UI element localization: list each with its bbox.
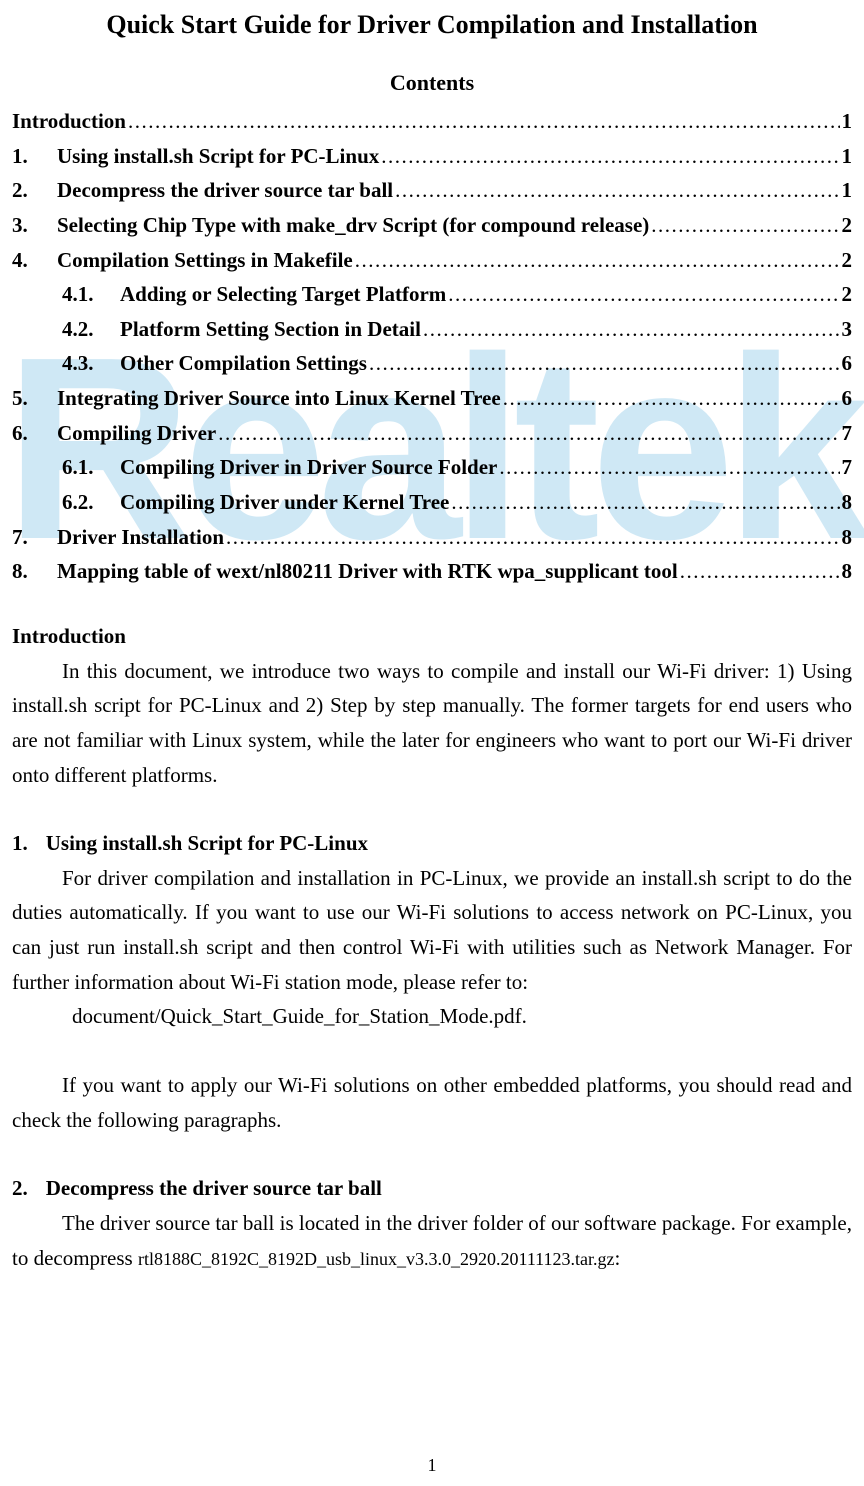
intro-paragraph: In this document, we introduce two ways … (12, 654, 852, 793)
section-title: Decompress the driver source tar ball (46, 1176, 382, 1200)
toc-num: 1. (12, 139, 57, 174)
toc-line: Decompress the driver source tar ball (57, 173, 393, 208)
toc-line: Compiling Driver in Driver Source Folder (120, 450, 497, 485)
section-2-paragraph: The driver source tar ball is located in… (12, 1206, 852, 1275)
page-title: Quick Start Guide for Driver Compilation… (12, 10, 852, 40)
toc-num: 4.3. (62, 346, 120, 381)
toc-dots (128, 104, 840, 139)
toc-num: 8. (12, 554, 57, 589)
toc-page: 6 (842, 381, 853, 416)
toc-page: 2 (842, 243, 853, 278)
toc-page: 1 (842, 173, 853, 208)
toc-dots (651, 208, 839, 243)
section-num: 1. (12, 826, 28, 861)
toc-page: 1 (842, 104, 853, 139)
toc-line: Compilation Settings in Makefile (57, 243, 353, 278)
contents-heading: Contents (12, 70, 852, 96)
toc-row: 7. Driver Installation 8 (12, 520, 852, 555)
toc-num: 4.1. (62, 277, 120, 312)
toc-row: 4.1. Adding or Selecting Target Platform… (12, 277, 852, 312)
page-number: 1 (0, 1455, 864, 1476)
toc-dots (680, 554, 840, 589)
toc-page: 8 (842, 520, 853, 555)
reference-path: document/Quick_Start_Guide_for_Station_M… (12, 999, 852, 1034)
toc-row: 4.3. Other Compilation Settings 6 (12, 346, 852, 381)
toc-line: Platform Setting Section in Detail (120, 312, 421, 347)
toc-page: 6 (842, 346, 853, 381)
toc-line: Other Compilation Settings (120, 346, 367, 381)
toc-line: Integrating Driver Source into Linux Ker… (57, 381, 501, 416)
toc-num: 3. (12, 208, 57, 243)
section-2-heading: 2. Decompress the driver source tar ball (12, 1171, 852, 1206)
section-1-paragraph: For driver compilation and installation … (12, 861, 852, 1000)
toc-row: 4. Compilation Settings in Makefile 2 (12, 243, 852, 278)
section-2-text-b: : (614, 1246, 620, 1270)
toc-num: 2. (12, 173, 57, 208)
toc-row: 5. Integrating Driver Source into Linux … (12, 381, 852, 416)
toc-dots (499, 450, 839, 485)
toc-dots (395, 173, 839, 208)
toc-dots (448, 277, 839, 312)
toc-line: Using install.sh Script for PC-Linux (57, 139, 379, 174)
toc-page: 2 (842, 277, 853, 312)
section-1-paragraph-2: If you want to apply our Wi-Fi solutions… (12, 1068, 852, 1137)
toc-dots (503, 381, 840, 416)
section-num: 2. (12, 1171, 28, 1206)
toc-page: 3 (842, 312, 853, 347)
toc-line: Adding or Selecting Target Platform (120, 277, 446, 312)
toc-num: 6. (12, 416, 57, 451)
toc-row: Introduction 1 (12, 104, 852, 139)
toc-dots (355, 243, 840, 278)
toc-line: Mapping table of wext/nl80211 Driver wit… (57, 554, 678, 589)
toc-row: 2. Decompress the driver source tar ball… (12, 173, 852, 208)
toc-row: 6.1. Compiling Driver in Driver Source F… (12, 450, 852, 485)
toc-num: 6.2. (62, 485, 120, 520)
toc-line: Compiling Driver (57, 416, 216, 451)
toc-row: 6.2. Compiling Driver under Kernel Tree … (12, 485, 852, 520)
toc-num: 4. (12, 243, 57, 278)
toc-page: 2 (842, 208, 853, 243)
toc-dots (381, 139, 839, 174)
toc-num: 7. (12, 520, 57, 555)
toc-line: Selecting Chip Type with make_drv Script… (57, 208, 649, 243)
toc-row: 8. Mapping table of wext/nl80211 Driver … (12, 554, 852, 589)
toc-page: 1 (842, 139, 853, 174)
toc-num: 4.2. (62, 312, 120, 347)
filename: rtl8188C_8192C_8192D_usb_linux_v3.3.0_29… (138, 1249, 615, 1269)
toc-num: 5. (12, 381, 57, 416)
toc-dots (218, 416, 839, 451)
toc-line: Introduction (12, 104, 126, 139)
toc-num: 6.1. (62, 450, 120, 485)
section-title: Using install.sh Script for PC-Linux (46, 831, 368, 855)
toc-row: 4.2. Platform Setting Section in Detail … (12, 312, 852, 347)
toc-row: 3. Selecting Chip Type with make_drv Scr… (12, 208, 852, 243)
toc-page: 7 (842, 450, 853, 485)
toc-line: Compiling Driver under Kernel Tree (120, 485, 449, 520)
intro-heading: Introduction (12, 619, 852, 654)
toc-dots (423, 312, 840, 347)
section-1-heading: 1. Using install.sh Script for PC-Linux (12, 826, 852, 861)
toc-row: 6. Compiling Driver 7 (12, 416, 852, 451)
toc-page: 8 (842, 554, 853, 589)
toc-page: 7 (842, 416, 853, 451)
toc-line: Driver Installation (57, 520, 224, 555)
toc-row: 1. Using install.sh Script for PC-Linux … (12, 139, 852, 174)
toc-dots (451, 485, 839, 520)
toc-dots (226, 520, 839, 555)
toc-page: 8 (842, 485, 853, 520)
toc-dots (369, 346, 840, 381)
